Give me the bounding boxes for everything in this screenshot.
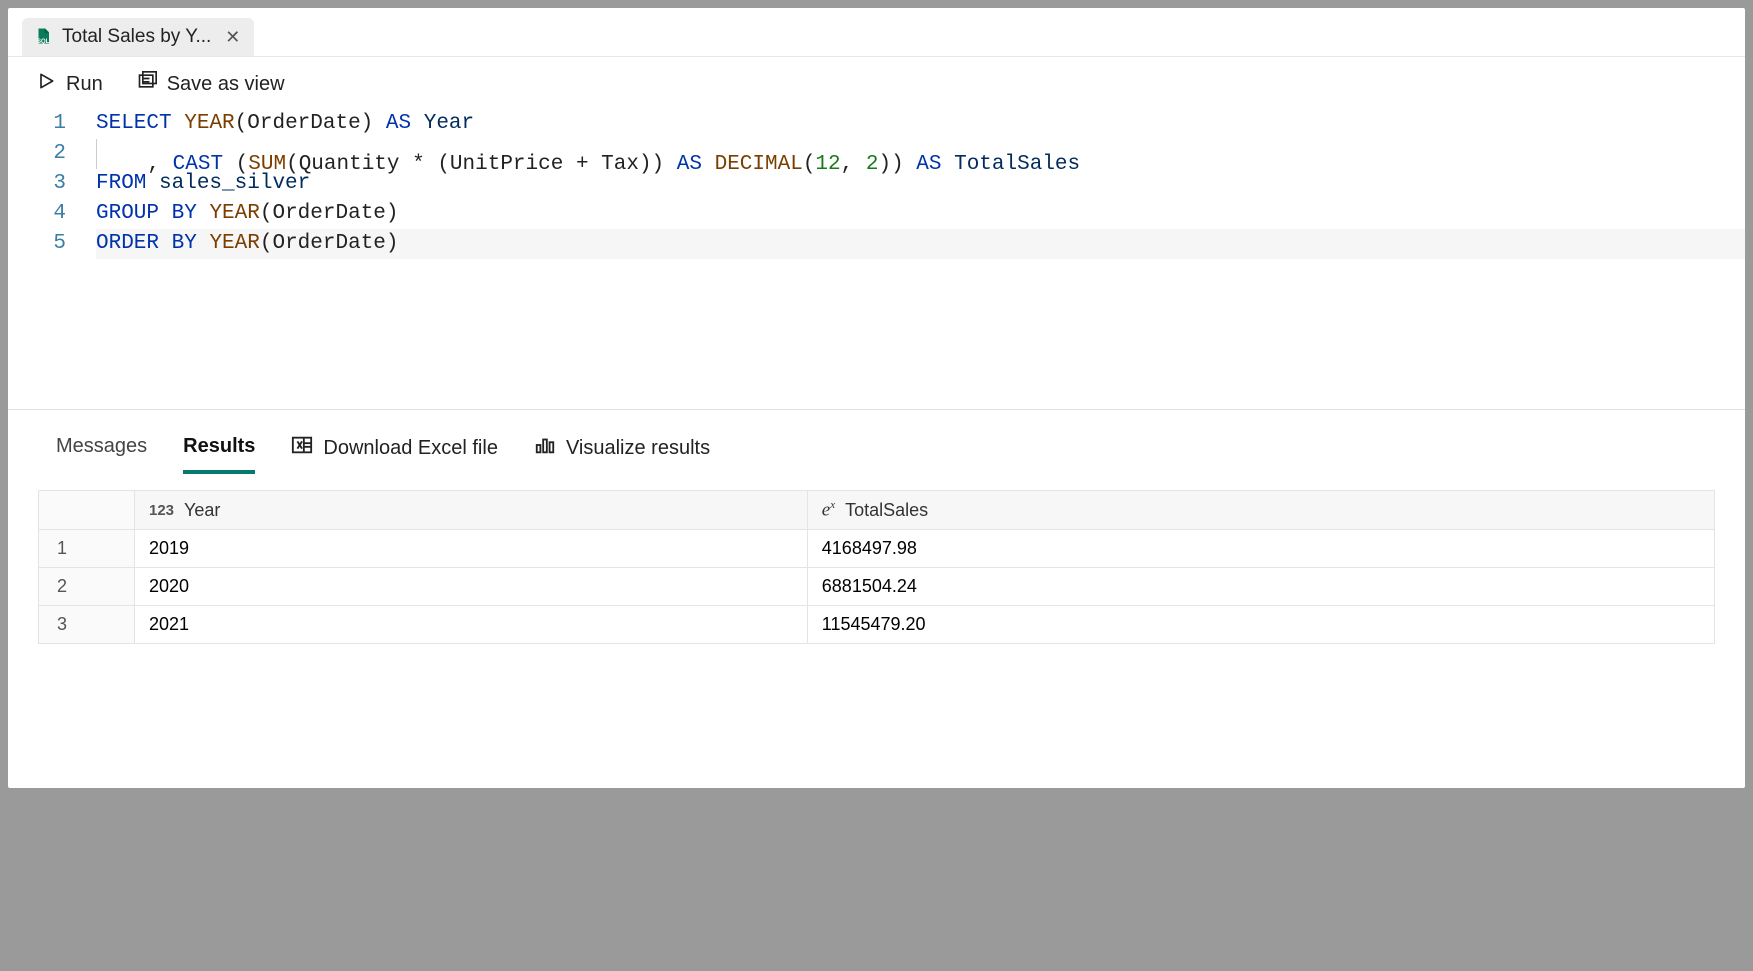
numeric-type-icon: 123: [149, 502, 174, 519]
tab-total-sales[interactable]: SQL Total Sales by Y... ✕: [22, 18, 254, 56]
data-cell[interactable]: 6881504.24: [807, 568, 1714, 606]
line-number: 1: [8, 109, 66, 139]
token-fn: YEAR: [184, 112, 234, 135]
token-kw: AS: [916, 153, 941, 176]
code-line[interactable]: SELECT YEAR(OrderDate) AS Year: [96, 109, 1745, 139]
save-view-label: Save as view: [167, 73, 285, 96]
results-table: 123 Year ex TotalSales 120194168497.9822…: [38, 490, 1715, 644]
data-cell[interactable]: 2019: [135, 530, 808, 568]
query-toolbar: Run Save as view: [8, 57, 1745, 105]
indent-guide: [96, 139, 97, 169]
sql-editor[interactable]: 12345 SELECT YEAR(OrderDate) AS Year , C…: [8, 105, 1745, 289]
token-plain: [159, 202, 172, 225]
data-cell[interactable]: 4168497.98: [807, 530, 1714, 568]
sql-editor-window: SQL Total Sales by Y... ✕ Run Save as vi…: [8, 8, 1745, 788]
token-ident: sales_silver: [146, 172, 310, 195]
token-kw: AS: [386, 112, 411, 135]
token-kw: FROM: [96, 172, 146, 195]
col-name: TotalSales: [845, 500, 928, 521]
tab-bar: SQL Total Sales by Y... ✕: [8, 8, 1745, 57]
line-number-gutter: 12345: [8, 109, 96, 259]
token-fn: YEAR: [209, 232, 259, 255]
excel-icon: [291, 434, 313, 462]
token-plain: [197, 232, 210, 255]
code-line[interactable]: ORDER BY YEAR(OrderDate): [96, 229, 1745, 259]
code-area[interactable]: SELECT YEAR(OrderDate) AS Year , CAST (S…: [96, 109, 1745, 259]
col-header-year[interactable]: 123 Year: [135, 491, 808, 530]
token-fn: DECIMAL: [715, 153, 803, 176]
code-line[interactable]: , CAST (SUM(Quantity * (UnitPrice + Tax)…: [96, 139, 1745, 169]
code-line[interactable]: GROUP BY YEAR(OrderDate): [96, 199, 1745, 229]
table-row[interactable]: 220206881504.24: [39, 568, 1715, 606]
token-kw: SELECT: [96, 112, 172, 135]
token-plain: [411, 112, 424, 135]
data-cell[interactable]: 11545479.20: [807, 606, 1714, 644]
results-bar: Messages Results Download Excel file Vis…: [8, 410, 1745, 474]
token-plain: )): [878, 153, 916, 176]
token-ident: Year: [424, 112, 474, 135]
download-excel-button[interactable]: Download Excel file: [291, 434, 498, 474]
tab-messages[interactable]: Messages: [56, 435, 147, 474]
data-cell[interactable]: 2020: [135, 568, 808, 606]
row-number-cell: 3: [39, 606, 135, 644]
svg-text:SQL: SQL: [37, 39, 50, 45]
tab-results[interactable]: Results: [183, 435, 255, 474]
token-fn: YEAR: [209, 202, 259, 225]
token-plain: (OrderDate): [260, 202, 399, 225]
save-view-icon: [137, 71, 157, 97]
token-kw: BY: [172, 202, 197, 225]
token-plain: [702, 153, 715, 176]
run-label: Run: [66, 73, 103, 96]
data-cell[interactable]: 2021: [135, 606, 808, 644]
token-plain: [197, 202, 210, 225]
token-plain: (OrderDate): [235, 112, 386, 135]
header-row: 123 Year ex TotalSales: [39, 491, 1715, 530]
token-plain: [172, 112, 185, 135]
line-number: 3: [8, 169, 66, 199]
line-number: 2: [8, 139, 66, 169]
table-row[interactable]: 3202111545479.20: [39, 606, 1715, 644]
close-icon[interactable]: ✕: [225, 27, 240, 48]
token-kw: AS: [677, 153, 702, 176]
token-plain: (: [803, 153, 816, 176]
col-header-totalsales[interactable]: ex TotalSales: [807, 491, 1714, 530]
run-button[interactable]: Run: [36, 71, 103, 97]
col-name: Year: [184, 500, 220, 521]
sql-file-icon: SQL: [34, 27, 52, 47]
line-number: 5: [8, 229, 66, 259]
token-num: 2: [866, 153, 879, 176]
expression-type-icon: ex: [822, 499, 835, 521]
token-num: 12: [815, 153, 840, 176]
save-as-view-button[interactable]: Save as view: [137, 71, 285, 97]
token-plain: [159, 232, 172, 255]
token-kw: GROUP: [96, 202, 159, 225]
token-plain: (OrderDate): [260, 232, 399, 255]
visualize-label: Visualize results: [566, 437, 710, 460]
row-number-cell: 2: [39, 568, 135, 606]
tab-title: Total Sales by Y...: [62, 26, 211, 48]
download-excel-label: Download Excel file: [323, 437, 498, 460]
play-icon: [36, 71, 56, 97]
table-row[interactable]: 120194168497.98: [39, 530, 1715, 568]
token-plain: ,: [841, 153, 866, 176]
token-plain: (Quantity * (UnitPrice + Tax)): [286, 153, 677, 176]
line-number: 4: [8, 199, 66, 229]
token-kw: BY: [172, 232, 197, 255]
visualize-results-button[interactable]: Visualize results: [534, 434, 710, 474]
row-number-header: [39, 491, 135, 530]
chart-icon: [534, 434, 556, 462]
row-number-cell: 1: [39, 530, 135, 568]
token-ident: TotalSales: [942, 153, 1081, 176]
token-kw: ORDER: [96, 232, 159, 255]
